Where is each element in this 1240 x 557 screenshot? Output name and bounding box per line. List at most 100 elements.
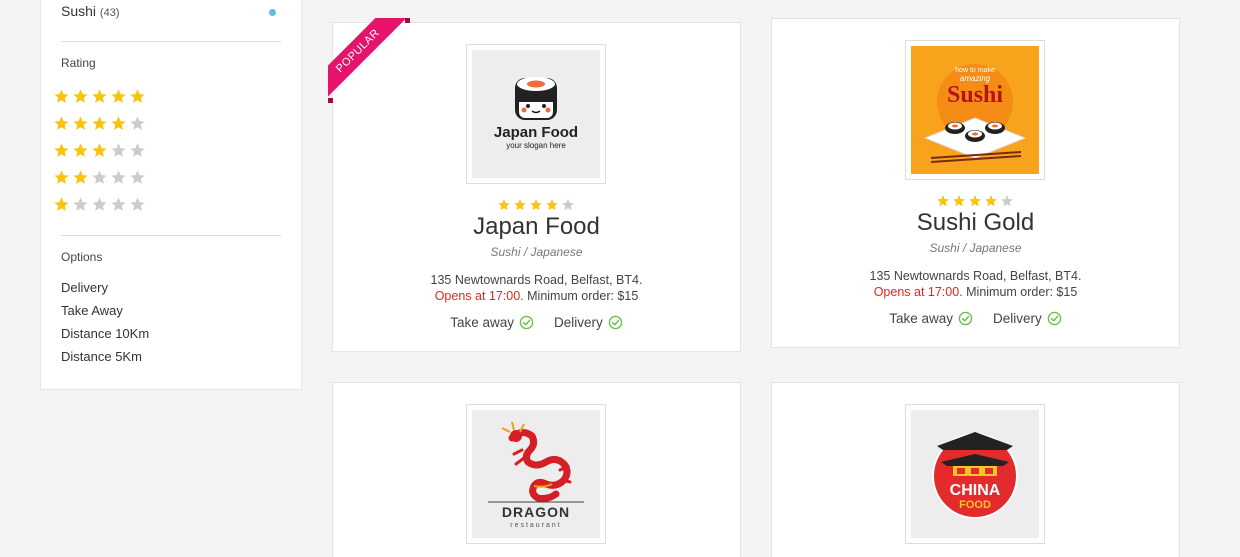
- category-sushi[interactable]: Sushi (43): [61, 3, 119, 19]
- sushi-gold-logo-icon: how to make amazing Sushi: [923, 64, 1027, 163]
- restaurant-card-china-food[interactable]: CHINA FOOD: [771, 382, 1180, 557]
- popular-ribbon: POPULAR: [328, 18, 410, 100]
- star-filled-icon: [513, 198, 529, 213]
- star-empty-icon: [91, 196, 110, 214]
- star-filled-icon: [497, 198, 513, 213]
- japan-food-logo-icon: Japan Food your slogan here: [494, 77, 578, 150]
- rating-heading: Rating: [61, 56, 96, 70]
- restaurant-name[interactable]: Japan Food: [333, 213, 740, 241]
- star-filled-icon: [110, 115, 129, 133]
- check-circle-icon: [958, 311, 973, 326]
- ribbon-fold: [405, 18, 410, 23]
- option-delivery[interactable]: Delivery: [61, 280, 108, 295]
- svg-text:Japan Food: Japan Food: [494, 124, 578, 141]
- star-empty-icon: [561, 198, 577, 213]
- filter-sidebar: Sushi (43) Rating Options Delivery Take …: [40, 0, 302, 390]
- category-count: (43): [99, 7, 120, 19]
- svg-text:restaurant: restaurant: [510, 522, 562, 529]
- option-distance-5km[interactable]: Distance 5Km: [61, 349, 142, 364]
- star-empty-icon: [129, 169, 148, 187]
- take-away-label: Take away: [450, 315, 515, 330]
- star-empty-icon: [72, 196, 91, 214]
- restaurant-name[interactable]: Sushi Gold: [772, 209, 1179, 237]
- star-filled-icon: [91, 88, 110, 106]
- cuisine-label: Sushi / Japanese: [490, 245, 583, 259]
- category-label: Sushi: [61, 3, 97, 19]
- star-filled-icon: [72, 169, 91, 187]
- check-circle-icon: [608, 315, 623, 330]
- rating-stars: [772, 194, 1179, 209]
- delivery-option: Delivery: [993, 311, 1062, 326]
- divider: [61, 235, 281, 236]
- cuisine-label: Sushi / Japanese: [929, 241, 1022, 255]
- delivery-label: Delivery: [554, 315, 603, 330]
- restaurant-card-sushi-gold[interactable]: how to make amazing Sushi Sushi Gold Sus…: [771, 18, 1180, 348]
- ribbon-fold: [328, 98, 333, 103]
- delivery-option: Delivery: [554, 315, 623, 330]
- rating-stars: [333, 198, 740, 213]
- check-circle-icon: [1047, 311, 1062, 326]
- star-empty-icon: [110, 196, 129, 214]
- star-empty-icon: [129, 196, 148, 214]
- delivery-label: Delivery: [993, 311, 1042, 326]
- category-selected-dot: [269, 9, 276, 16]
- address: 135 Newtownards Road, Belfast, BT4.: [869, 269, 1082, 283]
- rating-filter-3[interactable]: [53, 141, 148, 161]
- dragon-logo-icon: DRAGON restaurant: [488, 421, 584, 529]
- restaurant-logo[interactable]: how to make amazing Sushi: [905, 40, 1045, 180]
- star-filled-icon: [91, 142, 110, 160]
- svg-text:your slogan here: your slogan here: [506, 141, 566, 150]
- svg-text:DRAGON: DRAGON: [502, 504, 570, 520]
- take-away-option: Take away: [889, 311, 973, 326]
- star-empty-icon: [129, 142, 148, 160]
- star-filled-icon: [529, 198, 545, 213]
- rating-filter-5[interactable]: [53, 87, 148, 107]
- restaurant-logo[interactable]: DRAGON restaurant: [466, 404, 606, 544]
- star-filled-icon: [53, 115, 72, 133]
- star-filled-icon: [53, 142, 72, 160]
- check-circle-icon: [519, 315, 534, 330]
- star-filled-icon: [968, 194, 984, 209]
- star-filled-icon: [936, 194, 952, 209]
- option-distance-10km[interactable]: Distance 10Km: [61, 326, 149, 341]
- restaurant-logo[interactable]: CHINA FOOD: [905, 404, 1045, 544]
- svg-text:how to make: how to make: [955, 67, 995, 74]
- star-filled-icon: [72, 115, 91, 133]
- star-empty-icon: [91, 169, 110, 187]
- options-heading: Options: [61, 250, 103, 264]
- star-filled-icon: [110, 88, 129, 106]
- china-food-logo-icon: CHINA FOOD: [932, 432, 1018, 519]
- minimum-order: Minimum order: $15: [966, 285, 1078, 299]
- option-take-away[interactable]: Take Away: [61, 303, 123, 318]
- hours-info: Opens at 17:00. Minimum order: $15: [772, 285, 1179, 299]
- hours-info: Opens at 17:00. Minimum order: $15: [333, 289, 740, 303]
- star-filled-icon: [53, 169, 72, 187]
- restaurant-card-dragon[interactable]: DRAGON restaurant: [332, 382, 741, 557]
- minimum-order: Minimum order: $15: [527, 289, 639, 303]
- star-filled-icon: [53, 196, 72, 214]
- restaurant-logo[interactable]: Japan Food your slogan here: [466, 44, 606, 184]
- star-filled-icon: [72, 142, 91, 160]
- svg-text:CHINA: CHINA: [950, 482, 1001, 499]
- divider: [61, 41, 281, 42]
- restaurant-card-japan-food[interactable]: Japan Food your slogan here Japan Food S…: [328, 18, 741, 352]
- opening-time: Opens at 17:00.: [434, 289, 524, 303]
- star-filled-icon: [91, 115, 110, 133]
- address: 135 Newtownards Road, Belfast, BT4.: [430, 273, 643, 287]
- opening-time: Opens at 17:00.: [873, 285, 963, 299]
- star-empty-icon: [110, 142, 129, 160]
- svg-text:FOOD: FOOD: [959, 499, 991, 511]
- star-empty-icon: [110, 169, 129, 187]
- star-filled-icon: [952, 194, 968, 209]
- rating-filter-4[interactable]: [53, 114, 148, 134]
- star-filled-icon: [984, 194, 1000, 209]
- rating-filter-2[interactable]: [53, 168, 148, 188]
- star-empty-icon: [129, 115, 148, 133]
- star-empty-icon: [1000, 194, 1016, 209]
- star-filled-icon: [53, 88, 72, 106]
- star-filled-icon: [72, 88, 91, 106]
- svg-text:Sushi: Sushi: [947, 82, 1003, 108]
- rating-filter-1[interactable]: [53, 195, 148, 215]
- service-options: Take away Delivery: [333, 315, 740, 330]
- take-away-option: Take away: [450, 315, 534, 330]
